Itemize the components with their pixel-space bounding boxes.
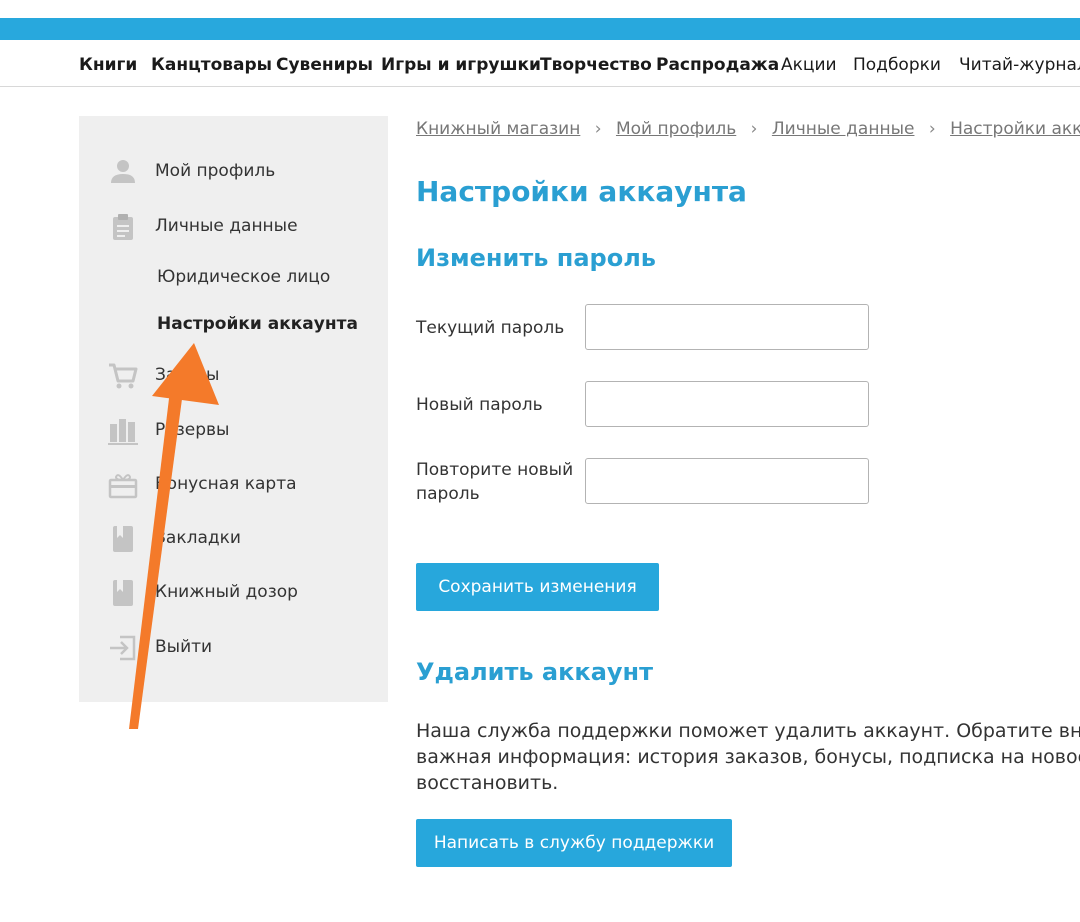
profile-sidebar: Мой профиль Личные данные Юридическое ли… — [79, 116, 388, 702]
sidebar-item-label: Настройки аккаунта — [157, 314, 358, 334]
new-password-label: Новый пароль — [416, 395, 543, 415]
nav-item-promotions[interactable]: Акции — [781, 54, 837, 76]
breadcrumb-my-profile[interactable]: Мой профиль — [616, 119, 736, 139]
sidebar-item-my-profile[interactable]: Мой профиль — [79, 151, 388, 191]
contact-support-button[interactable]: Написать в службу поддержки — [416, 819, 732, 867]
sidebar-item-logout[interactable]: Выйти — [79, 627, 388, 667]
bookmark-icon — [113, 580, 133, 606]
gift-card-icon — [108, 474, 138, 499]
breadcrumb-personal-data[interactable]: Личные данные — [772, 119, 915, 139]
delete-account-title: Удалить аккаунт — [416, 658, 654, 686]
sidebar-item-label: Бонусная карта — [155, 474, 297, 494]
description-line: Наша служба поддержки поможет удалить ак… — [416, 720, 1080, 742]
sidebar-item-reserves[interactable]: Резервы — [79, 410, 388, 450]
bookmark-icon — [113, 526, 133, 552]
sidebar-item-label: Резервы — [155, 420, 230, 440]
sidebar-item-legal-entity[interactable]: Юридическое лицо — [79, 257, 388, 297]
books-icon — [108, 419, 138, 445]
repeat-password-label: Повторите новый пароль — [416, 460, 574, 504]
current-password-input[interactable] — [585, 304, 869, 350]
nav-item-sale[interactable]: Распродажа — [656, 54, 779, 76]
sidebar-item-personal-data[interactable]: Личные данные — [79, 206, 388, 246]
breadcrumb-separator: › — [928, 119, 936, 139]
change-password-title: Изменить пароль — [416, 244, 656, 272]
page-title: Настройки аккаунта — [416, 175, 747, 208]
sidebar-item-book-watch[interactable]: Книжный дозор — [79, 572, 388, 612]
new-password-input[interactable] — [585, 381, 869, 427]
sidebar-item-account-settings[interactable]: Настройки аккаунта — [79, 304, 388, 344]
breadcrumb-account-settings[interactable]: Настройки аккаунта — [950, 119, 1080, 139]
sidebar-item-label: Заказы — [155, 365, 220, 385]
main-nav: Книги Канцтовары Сувениры Игры и игрушки… — [0, 40, 1080, 87]
top-strip — [0, 0, 1080, 18]
sidebar-item-label: Личные данные — [155, 216, 298, 236]
brand-bar — [0, 18, 1080, 40]
clipboard-icon — [113, 214, 133, 240]
breadcrumb-bookstore[interactable]: Книжный магазин — [416, 119, 580, 139]
breadcrumb-separator: › — [594, 119, 602, 139]
cart-icon — [109, 363, 138, 389]
save-changes-button[interactable]: Сохранить изменения — [416, 563, 659, 611]
nav-item-souvenirs[interactable]: Сувениры — [276, 54, 373, 76]
sidebar-item-label: Закладки — [155, 528, 241, 548]
nav-item-games-toys[interactable]: Игры и игрушки — [381, 54, 541, 76]
user-icon — [111, 160, 135, 183]
nav-item-journal[interactable]: Читай-журнал — [959, 54, 1080, 76]
current-password-label: Текущий пароль — [416, 318, 565, 338]
breadcrumb-separator: › — [750, 119, 758, 139]
nav-item-books[interactable]: Книги — [79, 54, 137, 76]
sidebar-item-orders[interactable]: Заказы — [79, 355, 388, 395]
sidebar-item-label: Юридическое лицо — [157, 267, 331, 287]
nav-item-collections[interactable]: Подборки — [853, 54, 941, 76]
nav-item-creativity[interactable]: Творчество — [540, 54, 652, 76]
sidebar-item-bonus-card[interactable]: Бонусная карта — [79, 464, 388, 504]
sidebar-item-bookmarks[interactable]: Закладки — [79, 518, 388, 558]
logout-icon — [110, 635, 136, 661]
description-line: восстановить. — [416, 772, 559, 794]
sidebar-item-label: Выйти — [155, 637, 213, 657]
delete-account-description: Наша служба поддержки поможет удалить ак… — [416, 718, 1080, 796]
nav-item-stationery[interactable]: Канцтовары — [151, 54, 272, 76]
repeat-password-input[interactable] — [585, 458, 869, 504]
breadcrumb: Книжный магазин › Мой профиль › Личные д… — [416, 118, 1080, 140]
sidebar-item-label: Книжный дозор — [155, 582, 298, 602]
sidebar-item-label: Мой профиль — [155, 161, 276, 181]
description-line: важная информация: история заказов, бону… — [416, 746, 1080, 768]
